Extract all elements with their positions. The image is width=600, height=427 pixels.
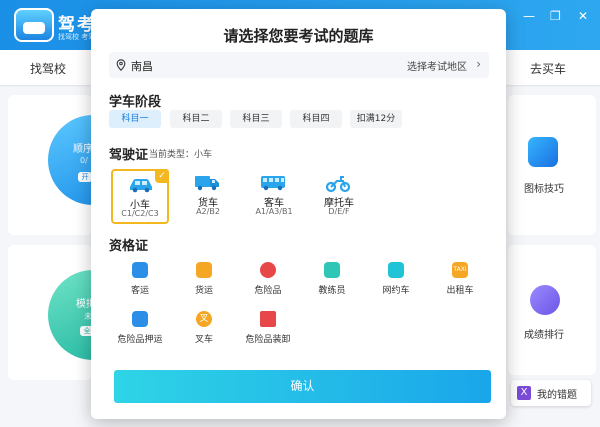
car-icon bbox=[130, 179, 152, 193]
warning-icon bbox=[260, 311, 276, 327]
qual-name: 网约车 bbox=[382, 286, 410, 296]
current-type-value: 小车 bbox=[194, 150, 213, 160]
tab-deduct-12[interactable]: 扣满12分 bbox=[350, 110, 402, 128]
bus-icon bbox=[261, 176, 285, 191]
qual-name: 危险品押运 bbox=[117, 335, 163, 345]
ranking-icon[interactable] bbox=[530, 285, 560, 315]
license-motorcycle[interactable]: 摩托车 D/E/F bbox=[310, 169, 368, 224]
nav-buy-car[interactable]: 去买车 bbox=[530, 60, 566, 77]
practice-count: 0/ bbox=[80, 156, 88, 165]
qual-name: 客运 bbox=[130, 286, 149, 296]
chevron-right-icon: › bbox=[476, 57, 481, 71]
license-car[interactable]: 小车 C1/C2/C3 ✓ bbox=[111, 169, 169, 224]
tab-subject-4[interactable]: 科目四 bbox=[290, 110, 342, 128]
icon-tips-label[interactable]: 图标技巧 bbox=[524, 180, 564, 195]
license-truck[interactable]: 货车 A2/B2 bbox=[179, 169, 237, 224]
hazard-icon bbox=[260, 262, 276, 278]
qual-name: 叉车 bbox=[194, 335, 213, 345]
qual-name: 货运 bbox=[194, 286, 213, 296]
grid-icon[interactable] bbox=[528, 137, 558, 167]
location-pin-icon bbox=[116, 59, 126, 71]
maximize-icon[interactable]: ❐ bbox=[550, 9, 561, 23]
qual-hazard[interactable]: 危险品 bbox=[241, 262, 295, 296]
nav-find-school[interactable]: 找驾校 bbox=[30, 60, 66, 77]
cargo-icon bbox=[196, 262, 212, 278]
my-mistakes-label: 我的错题 bbox=[537, 390, 577, 401]
current-license-type: 当前类型：小车 bbox=[149, 147, 212, 160]
ranking-label[interactable]: 成绩排行 bbox=[524, 326, 564, 341]
license-bus[interactable]: 客车 A1/A3/B1 bbox=[245, 169, 303, 224]
qual-hazard-handling[interactable]: 危险品装卸 bbox=[241, 311, 295, 345]
qual-ride-hailing[interactable]: 网约车 bbox=[369, 262, 423, 296]
qual-name: 出租车 bbox=[446, 286, 474, 296]
bus-icon bbox=[132, 262, 148, 278]
qual-forklift[interactable]: 叉 叉车 bbox=[177, 311, 231, 345]
motorcycle-icon bbox=[325, 176, 351, 193]
qual-hazard-escort[interactable]: 危险品押运 bbox=[113, 311, 167, 345]
qual-name: 危险品 bbox=[254, 286, 282, 296]
app-logo-icon bbox=[14, 8, 54, 42]
qual-name: 教练员 bbox=[318, 286, 346, 296]
license-code: A2/B2 bbox=[196, 207, 220, 216]
minimize-icon[interactable]: — bbox=[523, 9, 535, 23]
forklift-icon: 叉 bbox=[196, 311, 212, 327]
region-selector[interactable]: 南昌 选择考试地区 › bbox=[109, 52, 489, 78]
check-icon: ✓ bbox=[155, 169, 169, 183]
coach-icon bbox=[324, 262, 340, 278]
close-icon[interactable]: ✕ bbox=[578, 9, 588, 23]
stage-section-title: 学车阶段 bbox=[109, 95, 162, 110]
tab-subject-1[interactable]: 科目一 bbox=[109, 110, 161, 128]
qual-name: 危险品装卸 bbox=[245, 335, 291, 345]
tab-subject-3[interactable]: 科目三 bbox=[230, 110, 282, 128]
license-code: C1/C2/C3 bbox=[121, 209, 159, 218]
car-icon bbox=[388, 262, 404, 278]
qual-cargo[interactable]: 货运 bbox=[177, 262, 231, 296]
tab-subject-2[interactable]: 科目二 bbox=[170, 110, 222, 128]
license-section-title: 驾驶证 bbox=[109, 148, 149, 163]
mistakes-icon: X bbox=[517, 386, 531, 400]
practice-button[interactable]: 开 bbox=[78, 172, 92, 182]
license-code: D/E/F bbox=[328, 207, 350, 216]
escort-icon bbox=[132, 311, 148, 327]
select-region-label: 选择考试地区 bbox=[407, 62, 467, 73]
qual-passenger[interactable]: 客运 bbox=[113, 262, 167, 296]
license-code: A1/A3/B1 bbox=[255, 207, 293, 216]
current-type-prefix: 当前类型： bbox=[149, 150, 195, 160]
qual-taxi[interactable]: TAXI 出租车 bbox=[433, 262, 487, 296]
practice-title: 顺序 bbox=[73, 144, 93, 155]
truck-icon bbox=[195, 176, 219, 191]
question-bank-dialog: 请选择您要考试的题库 南昌 选择考试地区 › 学车阶段 科目一 科目二 科目三 … bbox=[91, 9, 506, 419]
taxi-icon: TAXI bbox=[452, 262, 468, 278]
confirm-button[interactable]: 确认 bbox=[114, 370, 491, 403]
qual-coach[interactable]: 教练员 bbox=[305, 262, 359, 296]
dialog-title: 请选择您要考试的题库 bbox=[223, 27, 374, 45]
region-city: 南昌 bbox=[131, 60, 153, 73]
qualification-section-title: 资格证 bbox=[109, 239, 149, 254]
